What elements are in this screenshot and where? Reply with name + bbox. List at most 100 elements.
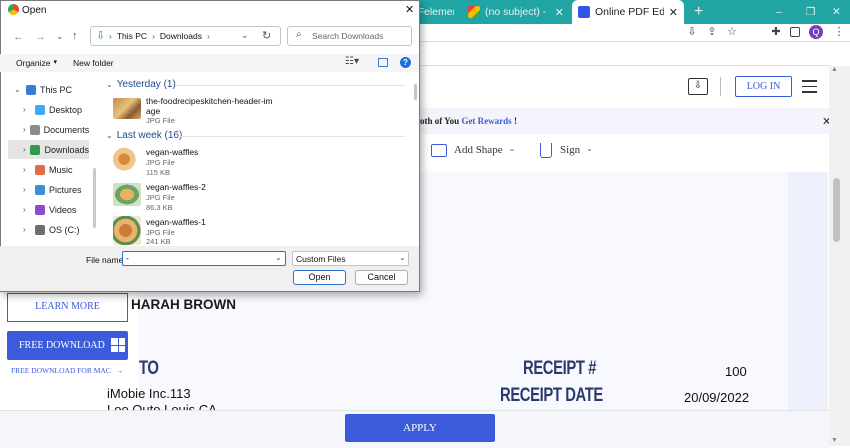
nav-item-downloads[interactable]: › Downloads xyxy=(8,140,89,159)
divider xyxy=(175,85,405,86)
nav-item-label: Music xyxy=(49,164,73,175)
scroll-down-arrow[interactable]: ▼ xyxy=(831,437,838,444)
up-arrow-icon[interactable]: ↑ xyxy=(72,30,78,42)
back-arrow-icon[interactable]: ← xyxy=(13,31,24,43)
chevron-down-icon[interactable]: ⌄ xyxy=(14,85,22,94)
chevron-down-icon[interactable]: ⌄ xyxy=(399,253,406,262)
nav-item-this-pc[interactable]: ⌄ This PC xyxy=(8,80,89,99)
nav-item-pictures[interactable]: › Pictures xyxy=(8,180,89,199)
new-folder-button[interactable]: New folder xyxy=(73,58,114,68)
file-name-label: File name: xyxy=(86,255,126,265)
file-name[interactable]: the-foodrecipeskitchen-header-im age xyxy=(146,96,273,116)
downloads-icon xyxy=(30,144,41,155)
open-button[interactable]: Open xyxy=(293,270,346,285)
profile-avatar[interactable]: Q xyxy=(809,25,823,39)
file-name-input[interactable] xyxy=(122,251,286,266)
nav-item-label: Videos xyxy=(49,204,77,215)
file-list-scrollbar[interactable] xyxy=(414,84,417,100)
computer-icon xyxy=(26,84,36,95)
receipt-date-value: 20/09/2022 xyxy=(684,390,750,405)
forward-arrow-icon[interactable]: → xyxy=(35,31,46,43)
view-options-icon[interactable]: ☷▾ xyxy=(345,56,359,67)
file-type: JPG File xyxy=(146,116,175,125)
recent-locations-chevron-icon[interactable]: ⌄ xyxy=(56,31,64,42)
organize-menu[interactable]: Organize ▾ xyxy=(16,58,57,68)
breadcrumb-downloads[interactable]: Downloads xyxy=(160,31,202,41)
tab-online-pdf-editor[interactable]: Online PDF Editor - Ed ✕ xyxy=(572,0,684,24)
music-icon xyxy=(35,164,45,175)
dialog-close-button[interactable]: ✕ xyxy=(405,3,414,16)
refresh-icon[interactable]: ↻ xyxy=(262,29,271,42)
chrome-app-icon xyxy=(8,4,19,15)
nav-item-videos[interactable]: › Videos xyxy=(8,200,89,219)
chevron-down-icon[interactable]: ⌄ xyxy=(275,253,282,262)
chevron-right-icon[interactable]: › xyxy=(23,125,26,134)
scroll-up-arrow[interactable]: ▲ xyxy=(831,66,838,73)
chevron-right-icon[interactable]: › xyxy=(23,165,31,174)
chevron-right-icon[interactable]: › xyxy=(23,205,31,214)
chevron-right-icon[interactable]: › xyxy=(23,145,26,154)
windows-icon xyxy=(111,338,125,352)
nav-pane-scrollbar[interactable] xyxy=(93,168,96,228)
file-name[interactable]: vegan-waffles-2 xyxy=(146,182,206,192)
file-type: JPG File xyxy=(146,228,175,237)
chevron-right-icon[interactable]: › xyxy=(23,225,31,234)
pdf-editor-favicon xyxy=(578,6,590,18)
drive-icon xyxy=(35,224,45,235)
nav-item-label: Pictures xyxy=(49,184,82,195)
side-panel-icon[interactable] xyxy=(790,27,800,37)
install-app-icon[interactable]: ⇩ xyxy=(686,26,698,38)
maximize-button[interactable]: ❐ xyxy=(800,0,816,24)
new-tab-button[interactable]: + xyxy=(688,0,706,24)
bookmark-star-icon[interactable]: ☆ xyxy=(726,26,738,38)
add-shape-tool[interactable]: Add Shape ⌄ xyxy=(454,144,515,156)
search-icon: ⌕ xyxy=(296,29,302,40)
file-size: 241 KB xyxy=(146,237,171,246)
nav-item-label: Downloads xyxy=(44,144,89,155)
extensions-icon[interactable]: ✚ xyxy=(770,26,782,38)
nav-item-label: Desktop xyxy=(49,104,83,115)
preview-pane-icon[interactable] xyxy=(378,58,388,67)
chevron-right-icon[interactable]: › xyxy=(23,105,31,114)
help-icon[interactable]: ? xyxy=(400,57,411,68)
address-history-chevron-icon[interactable]: ⌄ xyxy=(241,30,249,41)
learn-more-button[interactable]: LEARN MORE xyxy=(7,293,128,322)
download-app-icon[interactable]: ⇩ xyxy=(688,78,708,95)
receipt-customer-name: HARAH BROWN xyxy=(131,297,236,312)
nav-item-os-c[interactable]: › OS (C:) xyxy=(8,220,89,239)
minimize-button[interactable]: – xyxy=(770,0,786,24)
file-type-filter-value: Custom Files xyxy=(296,254,346,264)
free-download-mac-link[interactable]: FREE DOWNLOAD FOR MAC → xyxy=(11,366,123,375)
page-scrollbar-thumb[interactable] xyxy=(833,178,840,242)
breadcrumb-this-pc[interactable]: This PC xyxy=(117,31,147,41)
free-download-button[interactable]: FREE DOWNLOAD xyxy=(7,331,128,360)
tab-gmail[interactable]: (no subject) - mayne ✕ xyxy=(462,0,570,24)
login-button[interactable]: LOG IN xyxy=(735,76,792,97)
hamburger-menu-icon[interactable] xyxy=(802,80,817,93)
file-name[interactable]: vegan-waffles-1 xyxy=(146,217,206,227)
file-name[interactable]: vegan-waffles xyxy=(146,147,198,157)
sign-tool[interactable]: Sign ⌄ xyxy=(560,144,593,156)
nav-item-music[interactable]: › Music xyxy=(8,160,89,179)
file-thumbnail xyxy=(113,216,141,245)
pictures-icon xyxy=(35,184,45,195)
receipt-address: Loo Outo Louis CA xyxy=(107,403,217,410)
tab-close-icon[interactable]: ✕ xyxy=(669,6,678,19)
get-rewards-link[interactable]: Get Rewards xyxy=(461,116,511,126)
page-scrollbar[interactable] xyxy=(829,66,850,446)
breadcrumb: › This PC › Downloads › xyxy=(109,31,210,41)
chevron-down-icon: ⌄ xyxy=(508,144,516,153)
menu-kebab-icon[interactable]: ⋮ xyxy=(833,26,845,38)
close-window-button[interactable]: ✕ xyxy=(826,0,842,24)
apply-button[interactable]: APPLY xyxy=(345,414,495,442)
nav-item-label: This PC xyxy=(40,84,73,95)
chevron-right-icon[interactable]: › xyxy=(23,185,31,194)
tab-close-icon[interactable]: ✕ xyxy=(555,6,564,19)
share-icon[interactable]: ⇪ xyxy=(706,26,718,38)
group-header-yesterday[interactable]: ⌄ Yesterday (1) xyxy=(106,79,176,90)
group-header-last-week[interactable]: ⌄ Last week (16) xyxy=(106,130,182,141)
arrow-right-icon: → xyxy=(115,366,124,375)
cancel-button[interactable]: Cancel xyxy=(355,270,408,285)
nav-item-documents[interactable]: › Documents xyxy=(8,120,89,139)
nav-item-desktop[interactable]: › Desktop xyxy=(8,100,89,119)
